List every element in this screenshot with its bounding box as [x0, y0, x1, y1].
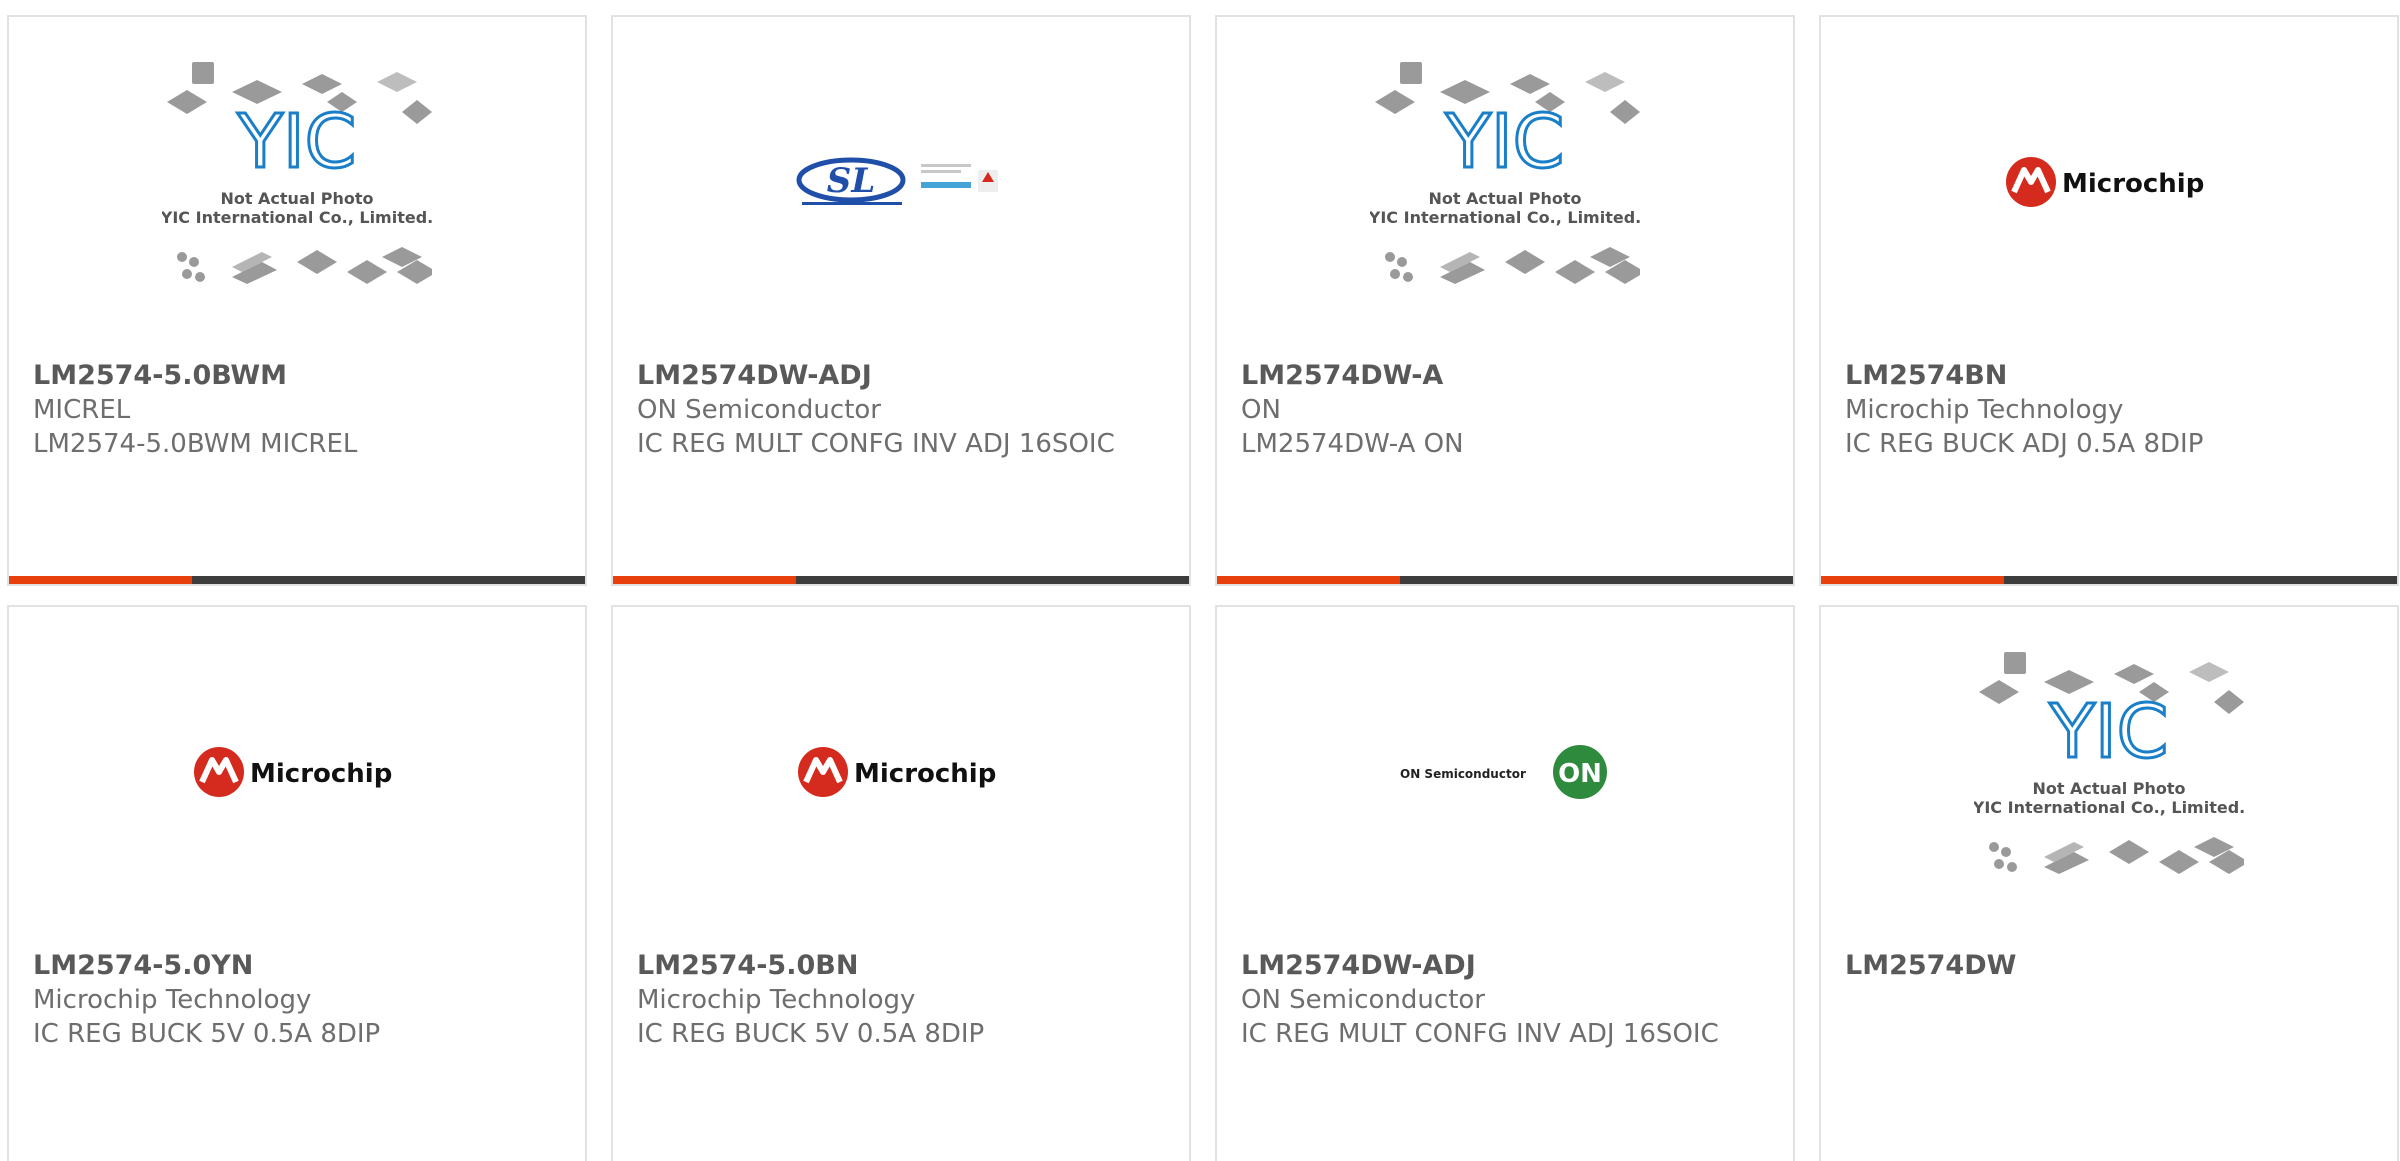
description: IC REG BUCK 5V 0.5A 8DIP — [33, 1019, 381, 1049]
description: IC REG BUCK 5V 0.5A 8DIP — [637, 1019, 985, 1049]
placeholder-image: YIC Not Actual Photo YIC International C… — [1370, 62, 1640, 284]
product-image[interactable]: ON Semiconductor ON — [1217, 607, 1793, 937]
card-footer-bar — [1821, 576, 2397, 584]
yic-logo: YIC — [2049, 689, 2169, 775]
microchip-logo-icon: Microchip — [798, 747, 996, 797]
product-card[interactable]: SL LM2574DW-ADJ ON Semiconductor IC REG … — [611, 15, 1191, 586]
yic-logo: YIC — [1445, 99, 1565, 185]
description: LM2574DW-A ON — [1241, 429, 1464, 459]
card-accent — [1217, 576, 1400, 584]
manufacturer: Microchip Technology — [33, 985, 312, 1015]
product-card[interactable]: Microchip LM2574-5.0YN Microchip Technol… — [7, 605, 587, 1161]
part-number[interactable]: LM2574DW-ADJ — [1241, 949, 1773, 983]
product-image[interactable]: SL — [613, 17, 1189, 347]
sl-logo-text: SL — [827, 161, 875, 201]
part-number[interactable]: LM2574-5.0BWM — [33, 359, 565, 393]
placeholder-caption: YIC International Co., Limited. — [162, 208, 432, 227]
part-number[interactable]: LM2574BN — [1845, 359, 2377, 393]
product-image[interactable]: Microchip — [613, 607, 1189, 937]
product-image[interactable]: Microchip — [9, 607, 585, 937]
placeholder-caption: Not Actual Photo — [1428, 189, 1581, 208]
product-image[interactable]: YIC Not Actual Photo YIC International C… — [1217, 17, 1793, 347]
part-number[interactable]: LM2574DW-A — [1241, 359, 1773, 393]
microchip-logo-text: Microchip — [2062, 169, 2204, 199]
on-semi-logo-text: ON Semiconductor — [1400, 767, 1526, 781]
placeholder-image: YIC Not Actual Photo YIC International C… — [162, 62, 432, 284]
microchip-logo-icon: Microchip — [2006, 157, 2204, 207]
manufacturer: ON Semiconductor — [1241, 985, 1485, 1015]
product-card[interactable]: YIC Not Actual Photo YIC International C… — [1819, 605, 2399, 1161]
product-image[interactable]: YIC Not Actual Photo YIC International C… — [9, 17, 585, 347]
product-card[interactable]: Microchip LM2574-5.0BN Microchip Technol… — [611, 605, 1191, 1161]
part-number[interactable]: LM2574DW-ADJ — [637, 359, 1169, 393]
microchip-logo-text: Microchip — [250, 759, 392, 789]
card-accent — [613, 576, 796, 584]
description: IC REG MULT CONFG INV ADJ 16SOIC — [637, 429, 1115, 459]
sl-logo-icon: SL — [796, 157, 998, 205]
product-card[interactable]: Microchip LM2574BN Microchip Technology … — [1819, 15, 2399, 586]
manufacturer: Microchip Technology — [1845, 395, 2124, 425]
manufacturer: ON Semiconductor — [637, 395, 881, 425]
product-card[interactable]: YIC Not Actual Photo YIC International C… — [1215, 15, 1795, 586]
part-number[interactable]: LM2574-5.0YN — [33, 949, 565, 983]
on-semi-logo-icon: ON Semiconductor ON — [1400, 745, 1607, 799]
product-image[interactable]: YIC Not Actual Photo YIC International C… — [1821, 607, 2397, 937]
product-card[interactable]: ON Semiconductor ON LM2574DW-ADJ ON Semi… — [1215, 605, 1795, 1161]
placeholder-caption: Not Actual Photo — [220, 189, 373, 208]
manufacturer: ON — [1241, 395, 1281, 425]
manufacturer: MICREL — [33, 395, 131, 425]
product-card[interactable]: YIC Not Actual Photo YIC International C… — [7, 15, 587, 586]
yic-logo: YIC — [237, 99, 357, 185]
placeholder-caption: Not Actual Photo — [2032, 779, 2185, 798]
manufacturer: Microchip Technology — [637, 985, 916, 1015]
card-footer-bar — [613, 576, 1189, 584]
product-grid: YIC Not Actual Photo YIC International C… — [0, 0, 2400, 1161]
card-accent — [9, 576, 192, 584]
part-number[interactable]: LM2574-5.0BN — [637, 949, 1169, 983]
placeholder-caption: YIC International Co., Limited. — [1370, 208, 1640, 227]
card-footer-bar — [1217, 576, 1793, 584]
placeholder-image: YIC Not Actual Photo YIC International C… — [1974, 652, 2244, 874]
placeholder-caption: YIC International Co., Limited. — [1974, 798, 2244, 817]
product-image[interactable]: Microchip — [1821, 17, 2397, 347]
microchip-logo-icon: Microchip — [194, 747, 392, 797]
microchip-logo-text: Microchip — [854, 759, 996, 789]
description: IC REG BUCK ADJ 0.5A 8DIP — [1845, 429, 2204, 459]
description: IC REG MULT CONFG INV ADJ 16SOIC — [1241, 1019, 1719, 1049]
on-badge-text: ON — [1558, 759, 1602, 789]
description: LM2574-5.0BWM MICREL — [33, 429, 358, 459]
card-accent — [1821, 576, 2004, 584]
part-number[interactable]: LM2574DW — [1845, 949, 2377, 983]
card-footer-bar — [9, 576, 585, 584]
